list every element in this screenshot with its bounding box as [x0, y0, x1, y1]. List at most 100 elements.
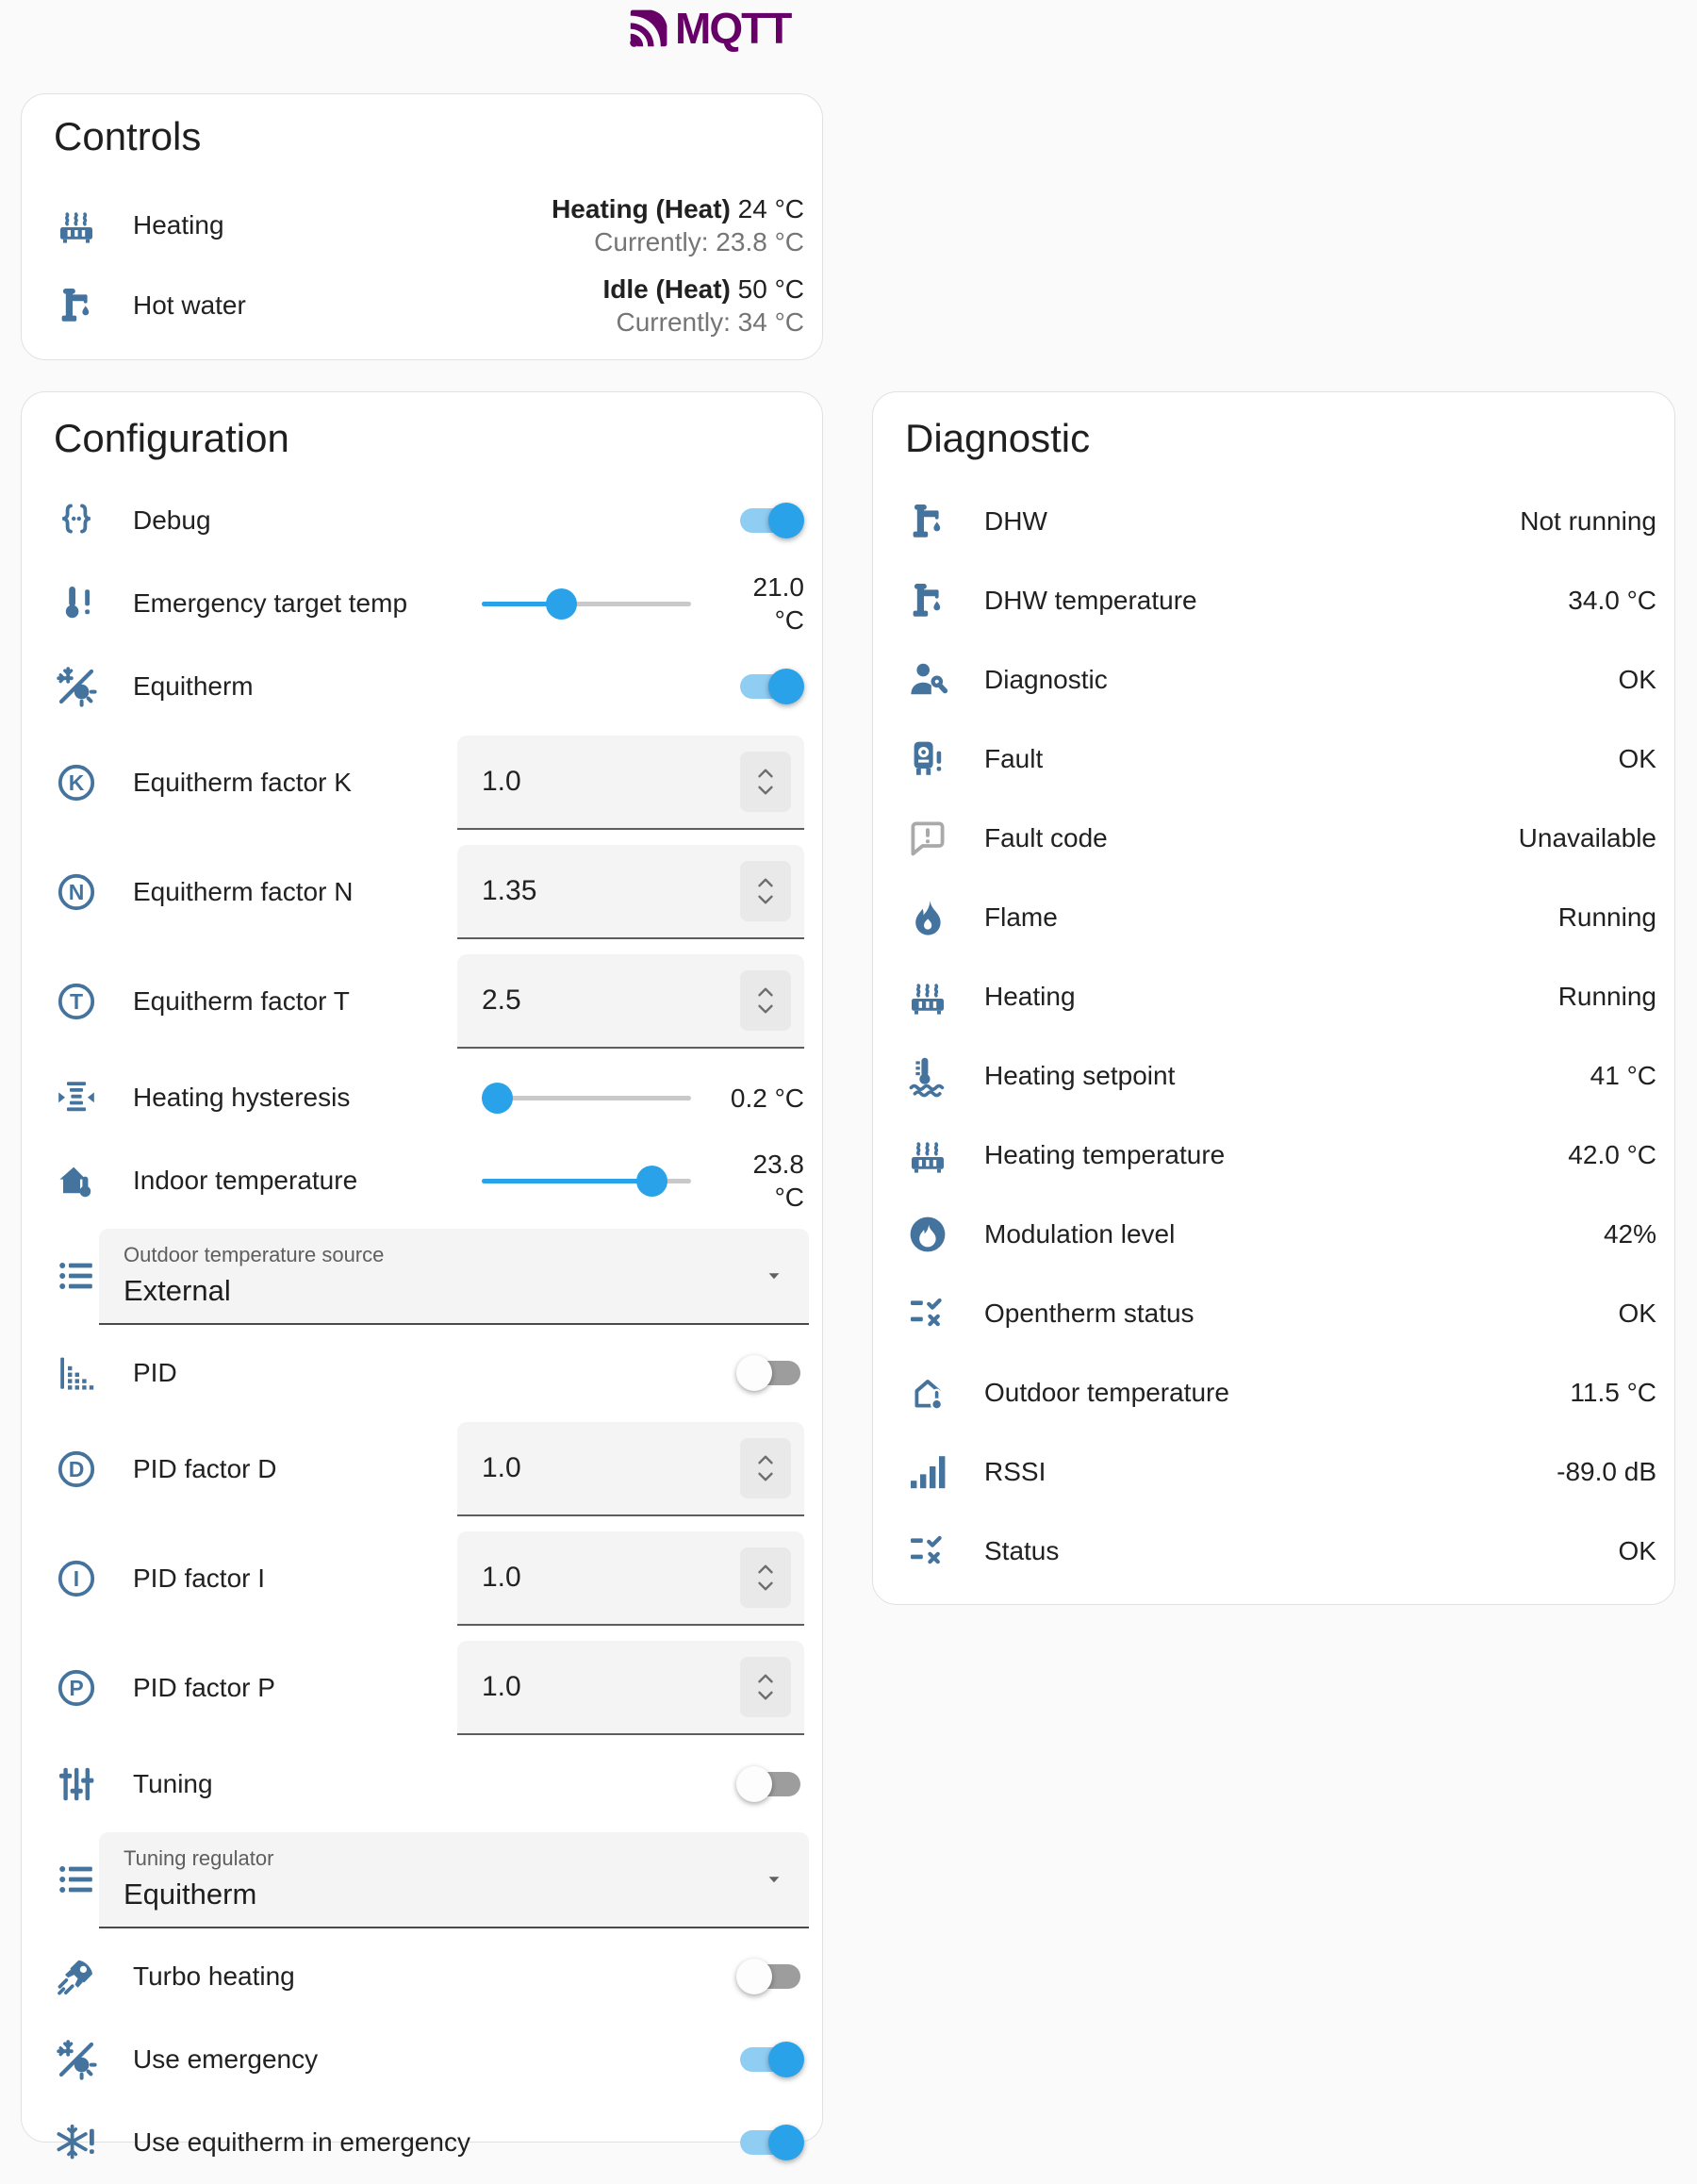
number-input-value: 1.0 — [482, 1671, 521, 1703]
diagnostic-row[interactable]: DHWNot running — [873, 482, 1674, 561]
list-status-icon — [905, 1529, 950, 1574]
controls-row[interactable]: HeatingHeating (Heat) 24 °CCurrently: 23… — [22, 185, 822, 265]
svg-text:K: K — [69, 770, 85, 795]
number-stepper — [740, 1547, 791, 1608]
row-value: 21.0°C — [695, 571, 804, 637]
diagnostic-row[interactable]: Heating setpoint41 °C — [873, 1036, 1674, 1116]
climate-state-action: Heating (Heat) — [552, 194, 731, 223]
row-label: PID factor P — [133, 1673, 275, 1703]
sun-snowflake-icon — [54, 2037, 99, 2082]
diagnostic-row[interactable]: Modulation level42% — [873, 1195, 1674, 1274]
number-stepper — [740, 1438, 791, 1498]
diagnostic-card: Diagnostic DHWNot runningDHW temperature… — [872, 391, 1675, 1605]
config-row-number: KEquitherm factor K1.0 — [22, 728, 822, 837]
row-label: Turbo heating — [133, 1961, 295, 1992]
select-value: Equitherm — [124, 1878, 809, 1911]
message-alert-icon — [905, 816, 950, 861]
mqtt-logo-text: MQTT — [675, 3, 790, 54]
stepper-down-button[interactable] — [753, 891, 778, 908]
toggle-switch[interactable] — [740, 1762, 804, 1807]
stepper-up-button[interactable] — [753, 1561, 778, 1578]
slider-thumb[interactable] — [636, 1166, 667, 1197]
controls-card-title: Controls — [54, 117, 822, 157]
code-braces-icon — [54, 498, 99, 543]
slider[interactable] — [482, 1075, 691, 1120]
diagnostic-row[interactable]: FlameRunning — [873, 878, 1674, 957]
stepper-down-button[interactable] — [753, 782, 778, 799]
slider-thumb[interactable] — [546, 588, 577, 620]
toggle-thumb — [736, 1355, 772, 1391]
stepper-up-button[interactable] — [753, 984, 778, 1001]
alpha-t-circle-icon: T — [54, 979, 99, 1024]
toggle-switch[interactable] — [740, 498, 804, 543]
config-row-toggle: PID — [22, 1332, 822, 1415]
stepper-up-button[interactable] — [753, 765, 778, 782]
alpha-d-circle-icon: D — [54, 1447, 99, 1492]
controls-row[interactable]: Hot waterIdle (Heat) 50 °CCurrently: 34 … — [22, 265, 822, 345]
toggle-switch[interactable] — [740, 1954, 804, 1999]
row-value: 23.8°C — [695, 1148, 804, 1214]
row-value: OK — [1619, 1536, 1656, 1566]
controls-card: Controls HeatingHeating (Heat) 24 °CCurr… — [21, 93, 823, 360]
number-input[interactable]: 1.35 — [457, 845, 804, 939]
svg-text:D: D — [69, 1457, 85, 1481]
config-row-number: NEquitherm factor N1.35 — [22, 837, 822, 947]
row-label: Fault — [984, 744, 1043, 774]
diagnostic-row[interactable]: Heating temperature42.0 °C — [873, 1116, 1674, 1195]
diagnostic-row[interactable]: Outdoor temperature11.5 °C — [873, 1353, 1674, 1432]
climate-state-target: 50 °C — [731, 274, 804, 304]
alpha-i-circle-icon: I — [54, 1556, 99, 1601]
stepper-up-button[interactable] — [753, 874, 778, 891]
list-status-icon — [905, 1291, 950, 1336]
stepper-down-button[interactable] — [753, 1687, 778, 1704]
toggle-switch[interactable] — [740, 2120, 804, 2165]
select-field[interactable]: Outdoor temperature source External — [99, 1229, 809, 1325]
snowflake-alert-icon — [54, 2120, 99, 2165]
stepper-down-button[interactable] — [753, 1468, 778, 1485]
alpha-p-circle-icon: P — [54, 1665, 99, 1711]
diagnostic-row[interactable]: StatusOK — [873, 1512, 1674, 1591]
toggle-thumb — [768, 2042, 804, 2077]
sun-snowflake-icon — [54, 664, 99, 709]
slider-thumb[interactable] — [482, 1083, 513, 1114]
diagnostic-row[interactable]: Opentherm statusOK — [873, 1274, 1674, 1353]
toggle-switch[interactable] — [740, 664, 804, 709]
climate-state: Heating (Heat) 24 °CCurrently: 23.8 °C — [552, 192, 804, 258]
number-input[interactable]: 1.0 — [457, 1641, 804, 1735]
chart-histogram-icon — [54, 1350, 99, 1396]
row-value: 41 °C — [1590, 1061, 1656, 1091]
water-pump-icon — [905, 499, 950, 544]
toggle-switch[interactable] — [740, 2037, 804, 2082]
svg-text:N: N — [69, 880, 85, 904]
diagnostic-row[interactable]: DiagnosticOK — [873, 640, 1674, 720]
diagnostic-row[interactable]: RSSI-89.0 dB — [873, 1432, 1674, 1512]
diagnostic-row[interactable]: Fault OK — [873, 720, 1674, 799]
stepper-down-button[interactable] — [753, 1578, 778, 1595]
number-input[interactable]: 2.5 — [457, 954, 804, 1049]
stepper-up-button[interactable] — [753, 1670, 778, 1687]
slider[interactable] — [482, 581, 691, 626]
list-bulleted-icon — [54, 1254, 99, 1299]
diagnostic-row[interactable]: HeatingRunning — [873, 957, 1674, 1036]
number-input[interactable]: 1.0 — [457, 1422, 804, 1516]
select-label: Tuning regulator — [124, 1846, 809, 1871]
number-input[interactable]: 1.0 — [457, 736, 804, 830]
slider[interactable] — [482, 1158, 691, 1203]
diagnostic-row[interactable]: DHW temperature34.0 °C — [873, 561, 1674, 640]
row-label: PID factor D — [133, 1454, 276, 1484]
select-label: Outdoor temperature source — [124, 1243, 809, 1267]
climate-state: Idle (Heat) 50 °CCurrently: 34 °C — [603, 273, 804, 339]
select-field[interactable]: Tuning regulator Equitherm — [99, 1832, 809, 1928]
water-boiler-alert-icon — [905, 736, 950, 782]
toggle-switch[interactable] — [740, 1350, 804, 1396]
select-value: External — [124, 1274, 809, 1308]
stepper-down-button[interactable] — [753, 1001, 778, 1018]
diagnostic-row[interactable]: Fault codeUnavailable — [873, 799, 1674, 878]
row-label: Diagnostic — [984, 665, 1108, 695]
radiator-icon — [905, 974, 950, 1019]
stepper-up-button[interactable] — [753, 1451, 778, 1468]
number-input[interactable]: 1.0 — [457, 1531, 804, 1626]
row-value: OK — [1619, 744, 1656, 774]
number-input-value: 1.35 — [482, 875, 536, 907]
config-row-number: P PID factor P 1.0 — [22, 1633, 822, 1743]
